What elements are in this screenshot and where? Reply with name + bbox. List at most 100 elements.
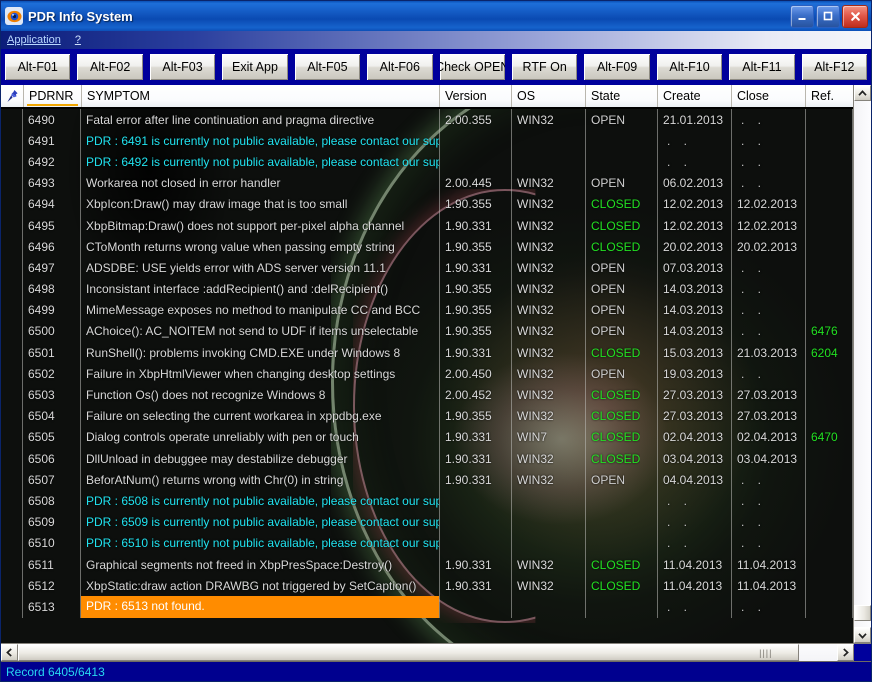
table-row[interactable]: 6494 XbpIcon:Draw() may draw image that i… [1, 193, 853, 215]
row-pin-cell[interactable] [1, 320, 23, 343]
row-pin-cell[interactable] [1, 511, 23, 533]
table-row[interactable]: 6501 RunShell(): problems invoking CMD.EX… [1, 342, 853, 364]
column-header-close[interactable]: Close [732, 85, 806, 107]
table-row[interactable]: 6492 PDR : 6492 is currently not public a… [1, 151, 853, 173]
cell-symptom: PDR : 6509 is currently not public avail… [81, 511, 440, 533]
pushpin-icon[interactable] [1, 85, 24, 107]
menu-item-application[interactable]: Application [7, 34, 61, 46]
column-header-os[interactable]: OS [512, 85, 586, 107]
cell-state: CLOSED [586, 384, 658, 406]
table-row[interactable]: 6493 Workarea not closed in error handler… [1, 172, 853, 194]
row-pin-cell[interactable] [1, 448, 23, 470]
maximize-button[interactable] [816, 4, 840, 28]
table-row[interactable]: 6490 Fatal error after line continuation … [1, 109, 853, 131]
table-row[interactable]: 6496 CToMonth returns wrong value when pa… [1, 236, 853, 258]
toolbar-button-check-open[interactable]: Check OPEN [437, 52, 507, 82]
vertical-scroll-thumb[interactable] [854, 605, 871, 621]
row-pin-cell[interactable] [1, 426, 23, 448]
cell-state: CLOSED [586, 405, 658, 427]
column-header-symptom[interactable]: SYMPTOM [82, 85, 440, 107]
cell-ref: 6470 [806, 426, 853, 448]
horizontal-scroll-track[interactable]: |||| [18, 644, 837, 661]
table-row[interactable]: 6495 XbpBitmap:Draw() does not support pe… [1, 214, 853, 237]
grid-main: PDRNR SYMPTOM Version OS State Create Cl… [1, 85, 853, 643]
row-pin-cell[interactable] [1, 151, 23, 173]
vertical-scrollbar[interactable] [853, 85, 871, 643]
toolbar-button-alt-f03[interactable]: Alt-F03 [147, 52, 218, 82]
toolbar-button-alt-f12[interactable]: Alt-F12 [799, 52, 870, 82]
table-row[interactable]: 6504 Failure on selecting the current wor… [1, 405, 853, 427]
row-pin-cell[interactable] [1, 405, 23, 427]
cell-pdrnr: 6505 [23, 426, 81, 448]
table-row[interactable]: 6512 XbpStatic:draw action DRAWBG not tri… [1, 575, 853, 597]
row-pin-cell[interactable] [1, 469, 23, 491]
table-row[interactable]: 6498 Inconsistant interface :addRecipient… [1, 278, 853, 300]
cell-create: 03.04.2013 [658, 448, 732, 470]
table-row[interactable]: 6503 Function Os() does not recognize Win… [1, 384, 853, 406]
toolbar-button-alt-f02[interactable]: Alt-F02 [75, 52, 145, 82]
row-pin-cell[interactable] [1, 532, 23, 554]
horizontal-scroll-thumb[interactable]: |||| [18, 644, 800, 661]
column-header-state[interactable]: State [586, 85, 658, 107]
toolbar-button-alt-f05[interactable]: Alt-F05 [292, 52, 363, 82]
toolbar-button-alt-f11[interactable]: Alt-F11 [727, 52, 797, 82]
cell-pdrnr: 6500 [23, 320, 81, 343]
table-row[interactable]: 6511 Graphical segments not freed in XbpP… [1, 553, 853, 576]
row-pin-cell[interactable] [1, 214, 23, 237]
cell-os [512, 130, 586, 152]
cell-symptom: XbpStatic:draw action DRAWBG not trigger… [81, 575, 440, 597]
row-pin-cell[interactable] [1, 236, 23, 258]
row-pin-cell[interactable] [1, 299, 23, 321]
table-row[interactable]: 6506 DllUnload in debuggee may destabiliz… [1, 448, 853, 470]
cell-os: WIN32 [512, 236, 586, 258]
table-row[interactable]: 6505 Dialog controls operate unreliably w… [1, 426, 853, 448]
cell-ref [806, 278, 853, 300]
row-pin-cell[interactable] [1, 553, 23, 576]
minimize-button[interactable] [790, 4, 814, 28]
row-pin-cell[interactable] [1, 384, 23, 406]
row-pin-cell[interactable] [1, 109, 23, 131]
scroll-right-button[interactable] [837, 644, 854, 661]
row-pin-cell[interactable] [1, 193, 23, 215]
table-row[interactable]: 6513 PDR : 6513 not found. . .. . [1, 596, 853, 618]
row-pin-cell[interactable] [1, 278, 23, 300]
row-pin-cell[interactable] [1, 490, 23, 512]
column-header-ref[interactable]: Ref. [806, 85, 853, 107]
cell-pdrnr: 6497 [23, 257, 81, 279]
cell-state [586, 130, 658, 152]
table-row[interactable]: 6507 BeforAtNum() returns wrong with Chr(… [1, 469, 853, 491]
row-pin-cell[interactable] [1, 130, 23, 152]
column-header-pdrnr[interactable]: PDRNR [24, 85, 82, 107]
row-pin-cell[interactable] [1, 575, 23, 597]
column-header-create[interactable]: Create [658, 85, 732, 107]
table-row[interactable]: 6491 PDR : 6491 is currently not public a… [1, 130, 853, 152]
row-pin-cell[interactable] [1, 172, 23, 194]
row-pin-cell[interactable] [1, 596, 23, 618]
table-row[interactable]: 6500 AChoice(): AC_NOITEM not send to UDF… [1, 320, 853, 343]
row-pin-cell[interactable] [1, 363, 23, 385]
table-row[interactable]: 6497 ADSDBE: USE yields error with ADS se… [1, 257, 853, 279]
cell-close: 27.03.2013 [732, 405, 806, 427]
toolbar-button-alt-f10[interactable]: Alt-F10 [654, 52, 725, 82]
horizontal-scrollbar[interactable]: |||| [1, 643, 871, 661]
table-row[interactable]: 6510 PDR : 6510 is currently not public a… [1, 532, 853, 554]
vertical-scroll-track[interactable] [854, 101, 871, 627]
column-header-version[interactable]: Version [440, 85, 512, 107]
scroll-left-button[interactable] [1, 644, 18, 661]
close-button[interactable] [842, 4, 868, 28]
toolbar-button-alt-f06[interactable]: Alt-F06 [365, 52, 435, 82]
toolbar-button-alt-f09[interactable]: Alt-F09 [582, 52, 652, 82]
cell-symptom: CToMonth returns wrong value when passin… [81, 236, 440, 258]
scroll-down-button[interactable] [854, 627, 871, 643]
table-row[interactable]: 6499 MimeMessage exposes no method to man… [1, 299, 853, 321]
toolbar-button-alt-f01[interactable]: Alt-F01 [3, 52, 73, 82]
row-pin-cell[interactable] [1, 257, 23, 279]
table-row[interactable]: 6509 PDR : 6509 is currently not public a… [1, 511, 853, 533]
menu-item-help[interactable]: ? [75, 34, 81, 46]
toolbar-button-exit-app[interactable]: Exit App [220, 52, 290, 82]
scroll-up-button[interactable] [854, 85, 871, 101]
toolbar-button-rtf-on[interactable]: RTF On [509, 52, 580, 82]
row-pin-cell[interactable] [1, 342, 23, 364]
table-row[interactable]: 6508 PDR : 6508 is currently not public a… [1, 490, 853, 512]
table-row[interactable]: 6502 Failure in XbpHtmlViewer when changi… [1, 363, 853, 385]
